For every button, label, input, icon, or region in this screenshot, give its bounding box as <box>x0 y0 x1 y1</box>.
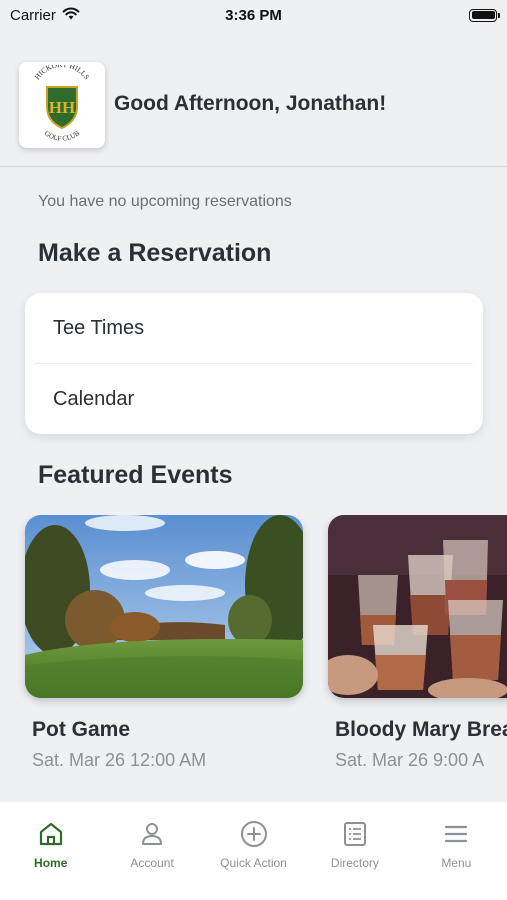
battery-icon <box>469 8 500 22</box>
svg-text:HH: HH <box>49 98 75 117</box>
event-card[interactable]: Pot Game Sat. Mar 26 12:00 AM <box>25 515 303 771</box>
plus-circle-icon <box>240 820 268 848</box>
tab-bar: Home Account Quick Action Directory Menu <box>0 802 507 900</box>
home-icon <box>37 820 65 848</box>
event-name: Pot Game <box>32 718 131 741</box>
svg-text:GOLF CLUB: GOLF CLUB <box>43 129 82 143</box>
status-bar: Carrier 3:36 PM <box>0 0 507 30</box>
tee-times-option[interactable]: Tee Times <box>25 293 483 363</box>
account-icon <box>138 820 166 848</box>
status-time: 3:36 PM <box>225 6 282 24</box>
event-name: Bloody Mary Brea <box>335 718 507 741</box>
tab-quick-action[interactable]: Quick Action <box>203 802 304 900</box>
wifi-icon <box>62 7 80 24</box>
directory-icon <box>341 820 369 848</box>
featured-events-title: Featured Events <box>38 461 233 489</box>
tab-label: Directory <box>330 856 379 870</box>
no-reservations-message: You have no upcoming reservations <box>38 193 292 210</box>
calendar-option[interactable]: Calendar <box>25 364 483 434</box>
menu-icon <box>442 820 470 848</box>
svg-text:HICKORY HILLS: HICKORY HILLS <box>33 65 92 81</box>
carrier-label: Carrier <box>10 6 56 24</box>
tab-menu[interactable]: Menu <box>406 802 507 900</box>
header: HICKORY HILLS HH GOLF CLUB Good Afternoo… <box>0 60 507 167</box>
event-card[interactable]: Bloody Mary Brea Sat. Mar 26 9:00 A <box>328 515 507 771</box>
tab-label: Home <box>34 856 68 870</box>
tab-label: Account <box>130 856 174 870</box>
featured-events-carousel[interactable]: Pot Game Sat. Mar 26 12:00 AM Bloody Mar… <box>0 515 507 785</box>
greeting-text: Good Afternoon, Jonathan! <box>114 92 387 115</box>
make-reservation-title: Make a Reservation <box>38 239 272 267</box>
event-date: Sat. Mar 26 12:00 AM <box>32 750 207 770</box>
tab-home[interactable]: Home <box>0 802 101 900</box>
tab-label: Quick Action <box>220 856 287 870</box>
golf-course-image <box>25 515 303 698</box>
tab-directory[interactable]: Directory <box>304 802 405 900</box>
event-date: Sat. Mar 26 9:00 A <box>335 750 485 770</box>
reservation-options-card: Tee Times Calendar <box>25 293 483 434</box>
tab-account[interactable]: Account <box>101 802 202 900</box>
tab-label: Menu <box>441 856 472 870</box>
drinks-image <box>328 515 507 698</box>
club-logo[interactable]: HICKORY HILLS HH GOLF CLUB <box>19 62 105 148</box>
